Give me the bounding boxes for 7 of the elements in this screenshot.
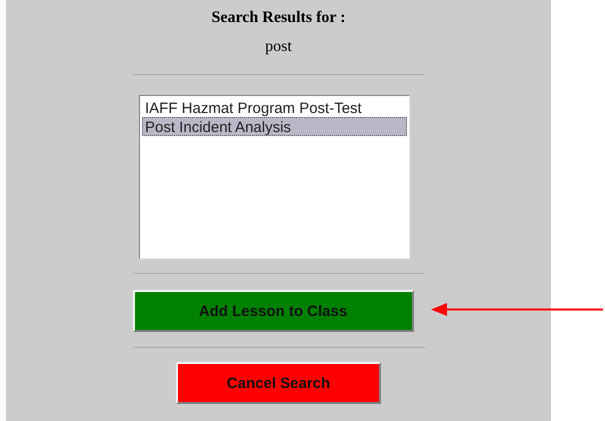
results-heading: Search Results for : — [211, 8, 346, 28]
cancel-button[interactable]: Cancel Search — [176, 362, 381, 404]
arrow-icon — [431, 303, 603, 316]
result-item[interactable]: IAFF Hazmat Program Post-Test — [142, 98, 407, 117]
add-lesson-button[interactable]: Add Lesson to Class — [132, 290, 414, 332]
search-query: post — [265, 37, 292, 57]
result-item[interactable]: Post Incident Analysis — [142, 117, 407, 136]
